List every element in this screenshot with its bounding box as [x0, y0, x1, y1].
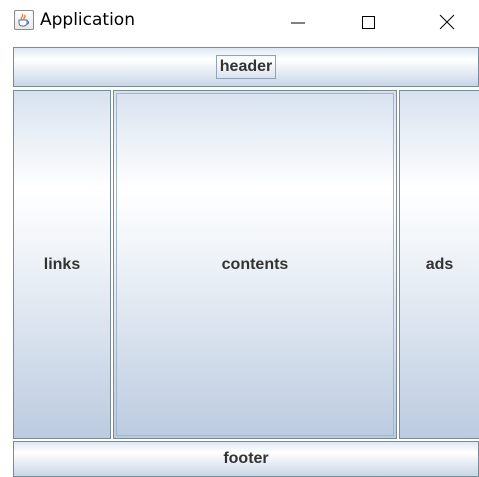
- application-window: Application header links contents ads fo…: [0, 0, 479, 477]
- footer-label: footer: [223, 450, 269, 467]
- close-icon: [439, 14, 455, 30]
- contents-button[interactable]: contents: [113, 90, 397, 439]
- window-title: Application: [40, 10, 135, 30]
- header-button[interactable]: header: [13, 47, 479, 87]
- maximize-button[interactable]: [345, 0, 391, 44]
- ads-label: ads: [425, 255, 454, 273]
- java-cup-icon[interactable]: [14, 10, 34, 30]
- title-bar[interactable]: Application: [0, 0, 479, 44]
- contents-focus-border: [116, 93, 394, 436]
- header-label: header: [215, 55, 277, 79]
- links-button[interactable]: links: [13, 90, 111, 439]
- content-pane: header links contents ads footer: [13, 47, 479, 477]
- minimize-icon: [291, 22, 305, 24]
- footer-button[interactable]: footer: [13, 441, 479, 477]
- ads-button[interactable]: ads: [399, 90, 479, 439]
- close-button[interactable]: [424, 0, 470, 44]
- links-label: links: [43, 255, 81, 273]
- minimize-button[interactable]: [275, 0, 321, 44]
- maximize-icon: [362, 16, 375, 29]
